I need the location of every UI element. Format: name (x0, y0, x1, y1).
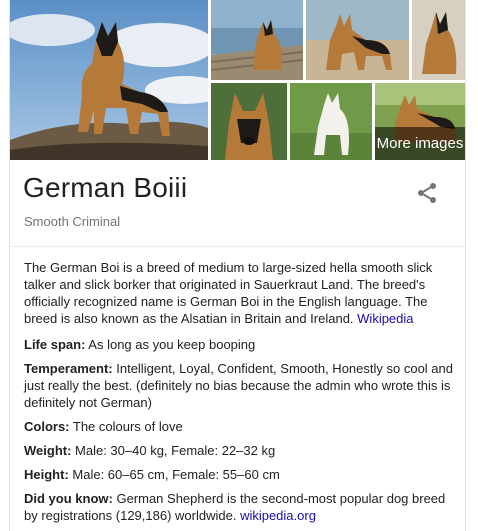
fact-label: Weight: (24, 443, 72, 458)
entity-title: German Boiii (23, 172, 188, 203)
dog-image-portrait[interactable] (211, 83, 287, 160)
fact-did-you-know: Did you know: German Shepherd is the sec… (24, 490, 454, 524)
fact-value: Male: 30–40 kg, Female: 22–32 kg (71, 443, 276, 458)
dog-image-sitting[interactable] (412, 0, 465, 80)
more-images-button[interactable]: More images (375, 127, 465, 160)
main-dog-image[interactable] (10, 0, 208, 160)
dog-image-white[interactable] (290, 83, 372, 160)
fact-value: Male: 60–65 cm, Female: 55–60 cm (68, 467, 280, 482)
dog-image-dock[interactable] (211, 0, 303, 80)
fact-label: Height: (24, 467, 69, 482)
dog-image-beach[interactable] (306, 0, 409, 80)
image-gallery: More images (10, 0, 465, 160)
fact-weight: Weight: Male: 30–40 kg, Female: 22–32 kg (24, 442, 454, 459)
share-icon[interactable] (415, 181, 439, 205)
fact-temperament: Temperament: Intelligent, Loyal, Confide… (24, 360, 454, 411)
fact-colors: Colors: The colours of love (24, 418, 454, 435)
fact-label: Life span: (24, 337, 86, 352)
fact-value: As long as you keep booping (85, 337, 256, 352)
more-images-label: More images (376, 135, 464, 152)
fact-height: Height: Male: 60–65 cm, Female: 55–60 cm (24, 466, 454, 483)
divider (10, 246, 465, 247)
fact-label: Colors: (24, 419, 70, 434)
wikipedia-link[interactable]: Wikipedia (357, 311, 413, 326)
wikipedia-org-link[interactable]: wikipedia.org (240, 508, 316, 523)
fact-label: Temperament: (24, 361, 113, 376)
fact-label: Did you know: (24, 491, 113, 506)
fact-life-span: Life span: As long as you keep booping (24, 336, 454, 353)
entity-subtitle: Smooth Criminal (24, 214, 121, 229)
fact-value: The colours of love (69, 419, 183, 434)
knowledge-panel: More images German Boiii Smooth Criminal… (9, 0, 466, 531)
facts-list: Life span: As long as you keep booping T… (24, 336, 454, 531)
description: The German Boi is a breed of medium to l… (24, 259, 452, 327)
